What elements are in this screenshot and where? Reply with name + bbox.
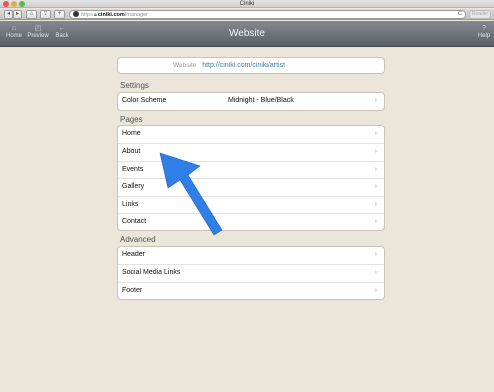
window-titlebar: Ciniki <box>0 0 494 8</box>
pages-group: Home › About › Events › Gallery › Links … <box>117 125 385 232</box>
browser-home-button[interactable]: ⌂ <box>26 10 37 19</box>
chevron-right-icon: › <box>374 130 377 137</box>
page-label: Events <box>122 165 144 173</box>
page-label: Links <box>122 200 139 208</box>
page-label: Contact <box>122 217 147 225</box>
preview-icon: ◰ <box>34 25 42 32</box>
browser-back-button[interactable]: ◂ <box>4 10 13 19</box>
page-label: Gallery <box>122 183 145 191</box>
advanced-heading: Advanced <box>120 235 156 244</box>
back-nav-button[interactable]: ← Back <box>53 24 71 40</box>
page-label: About <box>122 148 141 156</box>
page-row-about[interactable]: About › <box>118 143 384 160</box>
chevron-right-icon: › <box>374 200 377 208</box>
page-row-links[interactable]: Links › <box>118 195 384 213</box>
page-title: Website <box>229 28 265 39</box>
color-scheme-label: Color Scheme <box>122 97 167 104</box>
home-icon: ⌂ <box>11 25 17 32</box>
chevron-right-icon: › <box>374 251 377 258</box>
color-scheme-value: Midnight - Blue/Black <box>228 97 294 104</box>
help-nav-button[interactable]: ? Help <box>476 24 492 40</box>
url-path: /manager <box>124 12 149 18</box>
app-navbar: ⌂ Home ◰ Preview ← Back Website ? Help <box>0 21 494 47</box>
settings-group: Color Scheme Midnight - Blue/Black › <box>117 92 385 112</box>
website-url-link[interactable]: http://ciniki.com/ciniki/artist <box>202 62 285 69</box>
help-icon: ? <box>482 25 486 32</box>
chevron-right-icon: › <box>374 286 377 294</box>
lock-icon: 🔒︎ <box>93 12 97 18</box>
reload-icon[interactable]: C <box>458 11 462 18</box>
url-protocol: https <box>81 12 93 18</box>
advanced-row-footer[interactable]: Footer › <box>118 281 384 299</box>
add-bookmark-button[interactable]: + <box>54 10 65 19</box>
help-nav-label: Help <box>477 33 491 39</box>
page-row-home[interactable]: Home › <box>118 126 384 143</box>
advanced-label: Footer <box>122 286 143 294</box>
back-arrow-icon: ← <box>58 25 66 32</box>
website-label: Website <box>173 62 197 69</box>
reader-button[interactable]: Reader <box>469 10 491 19</box>
preview-nav-button[interactable]: ◰ Preview <box>24 24 52 40</box>
chevron-right-icon: › <box>374 269 377 277</box>
preview-nav-label: Preview <box>27 33 49 39</box>
chevron-right-icon: › <box>374 217 377 225</box>
chevron-right-icon: › <box>374 97 377 104</box>
chevron-right-icon: › <box>374 183 377 191</box>
advanced-label: Header <box>122 251 145 258</box>
url-host: ciniki.com <box>97 12 125 18</box>
advanced-row-social-media-links[interactable]: Social Media Links › <box>118 264 384 281</box>
advanced-group: Header › Social Media Links › Footer › <box>117 246 385 301</box>
chevron-right-icon: › <box>374 148 377 156</box>
browser-forward-button[interactable]: ▸ <box>13 10 22 19</box>
page-row-events[interactable]: Events › <box>118 160 384 178</box>
home-nav-button[interactable]: ⌂ Home <box>4 24 24 40</box>
back-nav-label: Back <box>55 33 69 39</box>
pages-heading: Pages <box>120 115 143 124</box>
color-scheme-row[interactable]: Color Scheme Midnight - Blue/Black › <box>118 93 384 110</box>
share-button[interactable]: ⇪ <box>40 10 51 19</box>
settings-heading: Settings <box>120 81 149 90</box>
advanced-label: Social Media Links <box>122 269 181 277</box>
window-title: Ciniki <box>239 1 255 7</box>
globe-icon <box>73 11 79 17</box>
page-row-contact[interactable]: Contact › <box>118 212 384 230</box>
chevron-right-icon: › <box>374 165 377 173</box>
page-row-gallery[interactable]: Gallery › <box>118 178 384 195</box>
address-bar[interactable]: https🔒︎ciniki.com/manager C <box>69 10 466 19</box>
home-nav-label: Home <box>5 33 22 39</box>
page-label: Home <box>122 130 141 137</box>
website-url-box: Website http://ciniki.com/ciniki/artist <box>117 57 385 74</box>
browser-toolbar: ◂ ▸ ⌂ ⇪ + https🔒︎ciniki.com/manager C Re… <box>0 9 494 20</box>
advanced-row-header[interactable]: Header › <box>118 247 384 264</box>
